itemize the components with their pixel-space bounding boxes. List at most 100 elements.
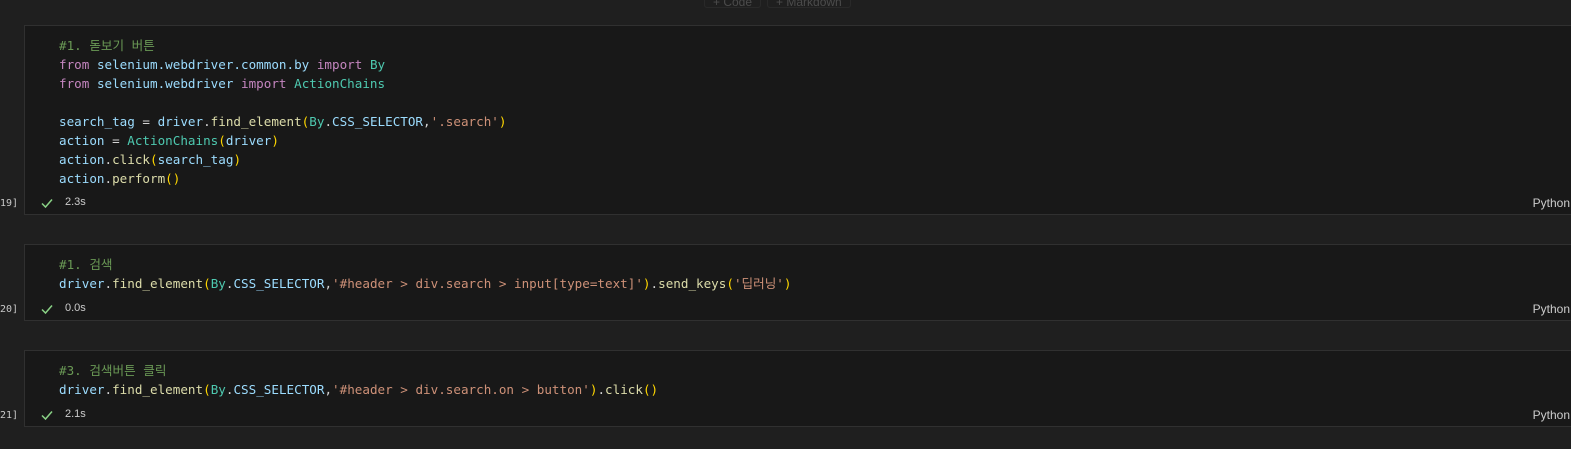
code-token: #1. 돋보기 버튼 (59, 38, 155, 53)
code-token: perform (112, 171, 166, 186)
code-line: #1. 검색 (59, 255, 1571, 274)
code-editor[interactable]: #3. 검색버튼 클릭 driver.find_element(By.CSS_SE… (25, 351, 1571, 399)
code-token: By (369, 57, 386, 72)
code-token: import (241, 76, 287, 91)
code-line: search_tag = driver.find_element(By.CSS_… (59, 112, 1571, 131)
code-token: , (324, 276, 333, 291)
code-token: click (112, 152, 151, 167)
cell-status-bar: 2.1s Python (25, 404, 1571, 426)
code-cell[interactable]: #1. 돋보기 버튼 from selenium.webdriver.common… (24, 25, 1571, 215)
code-token: search_tag (59, 114, 135, 129)
code-token: ( (203, 382, 211, 397)
code-token: action (59, 152, 105, 167)
code-token: action (59, 171, 105, 186)
code-token: import (316, 57, 363, 72)
kernel-language[interactable]: Python (1533, 408, 1570, 422)
code-token: . (104, 276, 113, 291)
code-line: #1. 돋보기 버튼 (59, 36, 1571, 55)
execution-count: 21] (0, 410, 19, 421)
code-token: driver (157, 114, 204, 129)
kernel-language[interactable]: Python (1533, 302, 1570, 316)
code-token: ) (233, 152, 242, 167)
cell-status-bar: 2.3s Python (25, 192, 1571, 214)
code-token: . (104, 171, 113, 186)
add-code-button[interactable]: + Code (704, 0, 762, 9)
code-token: find_element (112, 276, 204, 291)
code-token: ( (203, 276, 211, 291)
code-token: driver (59, 276, 105, 291)
code-token: . (104, 382, 113, 397)
cell-status-bar: 0.0s Python (25, 298, 1571, 320)
execution-count: 19] (0, 198, 19, 209)
code-line: from selenium.webdriver.common.by import… (59, 55, 1571, 74)
code-token: By (210, 276, 226, 291)
code-token: By (210, 382, 226, 397)
code-line: action.click(search_tag) (59, 150, 1571, 169)
code-token: ) (783, 276, 792, 291)
execution-count: 20] (0, 304, 19, 315)
code-token: . (597, 382, 606, 397)
code-editor[interactable]: #1. 검색 driver.find_element(By.CSS_SELECTO… (25, 245, 1571, 293)
code-line: driver.find_element(By.CSS_SELECTOR,'#he… (59, 274, 1571, 293)
code-token: CSS_SELECTOR (233, 382, 325, 397)
code-token: By (309, 114, 325, 129)
code-line: #3. 검색버튼 클릭 (59, 361, 1571, 380)
code-token: ActionChains (294, 76, 386, 91)
code-token: = (134, 114, 158, 129)
code-token: click (605, 382, 643, 397)
code-token: '#header > div.search.on > button' (332, 382, 590, 397)
code-token: , (423, 114, 431, 129)
code-token: search_tag (157, 152, 234, 167)
code-line: action = ActionChains(driver) (59, 131, 1571, 150)
code-token: selenium.webdriver (96, 76, 234, 91)
execution-time: 2.3s (65, 196, 86, 208)
code-line: from selenium.webdriver import ActionCha… (59, 74, 1571, 93)
code-cell[interactable]: #3. 검색버튼 클릭 driver.find_element(By.CSS_SE… (24, 350, 1571, 427)
execution-time: 2.1s (65, 408, 86, 420)
code-token: driver (225, 133, 272, 148)
code-token: ) (498, 114, 507, 129)
code-token: ( (218, 133, 226, 148)
code-token: from (59, 57, 90, 72)
cell-toolbar: + Code + Markdown (704, 0, 851, 9)
code-token: find_element (112, 382, 204, 397)
code-token: () (165, 171, 181, 186)
code-cell[interactable]: #1. 검색 driver.find_element(By.CSS_SELECTO… (24, 244, 1571, 321)
code-token: '#header > div.search > input[type=text]… (332, 276, 643, 291)
code-token: #1. 검색 (59, 257, 113, 272)
code-token: '.search' (430, 114, 499, 129)
code-token: . (650, 276, 659, 291)
code-token: ) (642, 276, 651, 291)
code-token: ( (726, 276, 734, 291)
code-token: CSS_SELECTOR (233, 276, 325, 291)
execution-time: 0.0s (65, 302, 86, 314)
code-token: #3. 검색버튼 클릭 (59, 363, 167, 378)
code-token: CSS_SELECTOR (332, 114, 424, 129)
code-token: ActionChains (127, 133, 219, 148)
add-markdown-button[interactable]: + Markdown (767, 0, 851, 9)
code-line: action.perform() (59, 169, 1571, 188)
code-token: '딥러닝' (733, 276, 784, 291)
code-line: driver.find_element(By.CSS_SELECTOR,'#he… (59, 380, 1571, 399)
code-token: action (59, 133, 105, 148)
code-token: = (104, 133, 128, 148)
code-token: ) (271, 133, 279, 148)
code-editor[interactable]: #1. 돋보기 버튼 from selenium.webdriver.common… (25, 26, 1571, 188)
notebook-editor: + Code + Markdown 19] #1. 돋보기 버튼 from sel… (0, 0, 1571, 449)
code-token: ( (150, 152, 158, 167)
code-token: () (642, 382, 659, 397)
code-token: from (59, 76, 90, 91)
check-icon (41, 199, 53, 209)
code-token: . (324, 114, 333, 129)
code-token: , (324, 382, 333, 397)
check-icon (41, 411, 53, 421)
kernel-language[interactable]: Python (1533, 196, 1570, 210)
code-token: driver (59, 382, 105, 397)
code-token: . (203, 114, 211, 129)
